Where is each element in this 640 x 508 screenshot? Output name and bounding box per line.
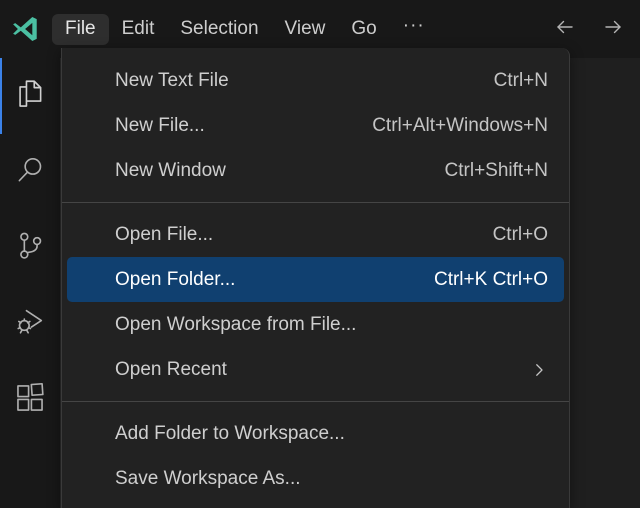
menu-separator: [62, 202, 569, 203]
navigation-buttons: [552, 14, 626, 40]
menu-group-open: Open File... Ctrl+O Open Folder... Ctrl+…: [62, 212, 569, 392]
run-and-debug-icon: [13, 305, 47, 344]
sidebar-item-run-and-debug[interactable]: [0, 286, 60, 362]
menu-item-add-folder-to-workspace[interactable]: Add Folder to Workspace...: [67, 411, 564, 456]
menu-item-save-workspace-as[interactable]: Save Workspace As...: [67, 456, 564, 501]
file-menu-dropdown: New Text File Ctrl+N New File... Ctrl+Al…: [61, 48, 570, 508]
menu-item-new-text-file[interactable]: New Text File Ctrl+N: [67, 58, 564, 103]
chevron-right-icon: [530, 361, 548, 379]
menu-bar: File Edit Selection View Go ···: [52, 10, 438, 48]
menu-group-new: New Text File Ctrl+N New File... Ctrl+Al…: [62, 58, 569, 193]
menu-item-shortcut: Ctrl+Alt+Windows+N: [372, 115, 548, 136]
files-icon: [13, 77, 47, 116]
menu-title-selection[interactable]: Selection: [167, 14, 271, 45]
sidebar-item-search[interactable]: [0, 134, 60, 210]
menu-title-go[interactable]: Go: [338, 14, 389, 45]
extensions-icon: [13, 381, 47, 420]
arrow-right-icon[interactable]: [600, 14, 626, 40]
activity-bar: [0, 58, 61, 508]
menu-item-new-window[interactable]: New Window Ctrl+Shift+N: [67, 148, 564, 193]
menu-item-open-workspace-from-file[interactable]: Open Workspace from File...: [67, 302, 564, 347]
sidebar-item-source-control[interactable]: [0, 210, 60, 286]
menu-item-new-file[interactable]: New File... Ctrl+Alt+Windows+N: [67, 103, 564, 148]
menu-item-label: Open Recent: [115, 359, 227, 380]
menu-item-label: New Window: [115, 160, 226, 181]
sidebar-item-extensions[interactable]: [0, 362, 60, 438]
menu-title-view[interactable]: View: [272, 14, 339, 45]
menu-item-open-file[interactable]: Open File... Ctrl+O: [67, 212, 564, 257]
sidebar-item-explorer[interactable]: [0, 58, 60, 134]
source-control-icon: [13, 229, 47, 268]
menu-separator: [62, 401, 569, 402]
vscode-logo-icon: [6, 10, 44, 48]
menu-item-shortcut: Ctrl+O: [492, 224, 548, 245]
menu-item-shortcut: Ctrl+N: [493, 70, 548, 91]
menu-title-file[interactable]: File: [52, 13, 109, 45]
menu-item-open-recent[interactable]: Open Recent: [67, 347, 564, 392]
menu-title-edit[interactable]: Edit: [109, 14, 168, 45]
menu-item-label: Open File...: [115, 224, 214, 245]
menu-item-label: Save Workspace As...: [115, 468, 301, 489]
search-icon: [13, 153, 47, 192]
arrow-left-icon[interactable]: [552, 14, 578, 40]
menu-item-shortcut: Ctrl+Shift+N: [444, 160, 548, 181]
menu-item-open-folder[interactable]: Open Folder... Ctrl+K Ctrl+O: [67, 257, 564, 302]
menu-item-label: Open Workspace from File...: [115, 314, 357, 335]
menu-item-label: Open Folder...: [115, 269, 236, 290]
menu-group-workspace: Add Folder to Workspace... Save Workspac…: [62, 411, 569, 501]
vscode-window: File Edit Selection View Go ··· New Text…: [0, 0, 640, 508]
menu-item-label: Add Folder to Workspace...: [115, 423, 345, 444]
menu-item-shortcut: Ctrl+K Ctrl+O: [433, 269, 548, 290]
menu-item-label: New File...: [115, 115, 205, 136]
menu-item-label: New Text File: [115, 70, 229, 91]
menu-overflow-button[interactable]: ···: [390, 16, 438, 35]
